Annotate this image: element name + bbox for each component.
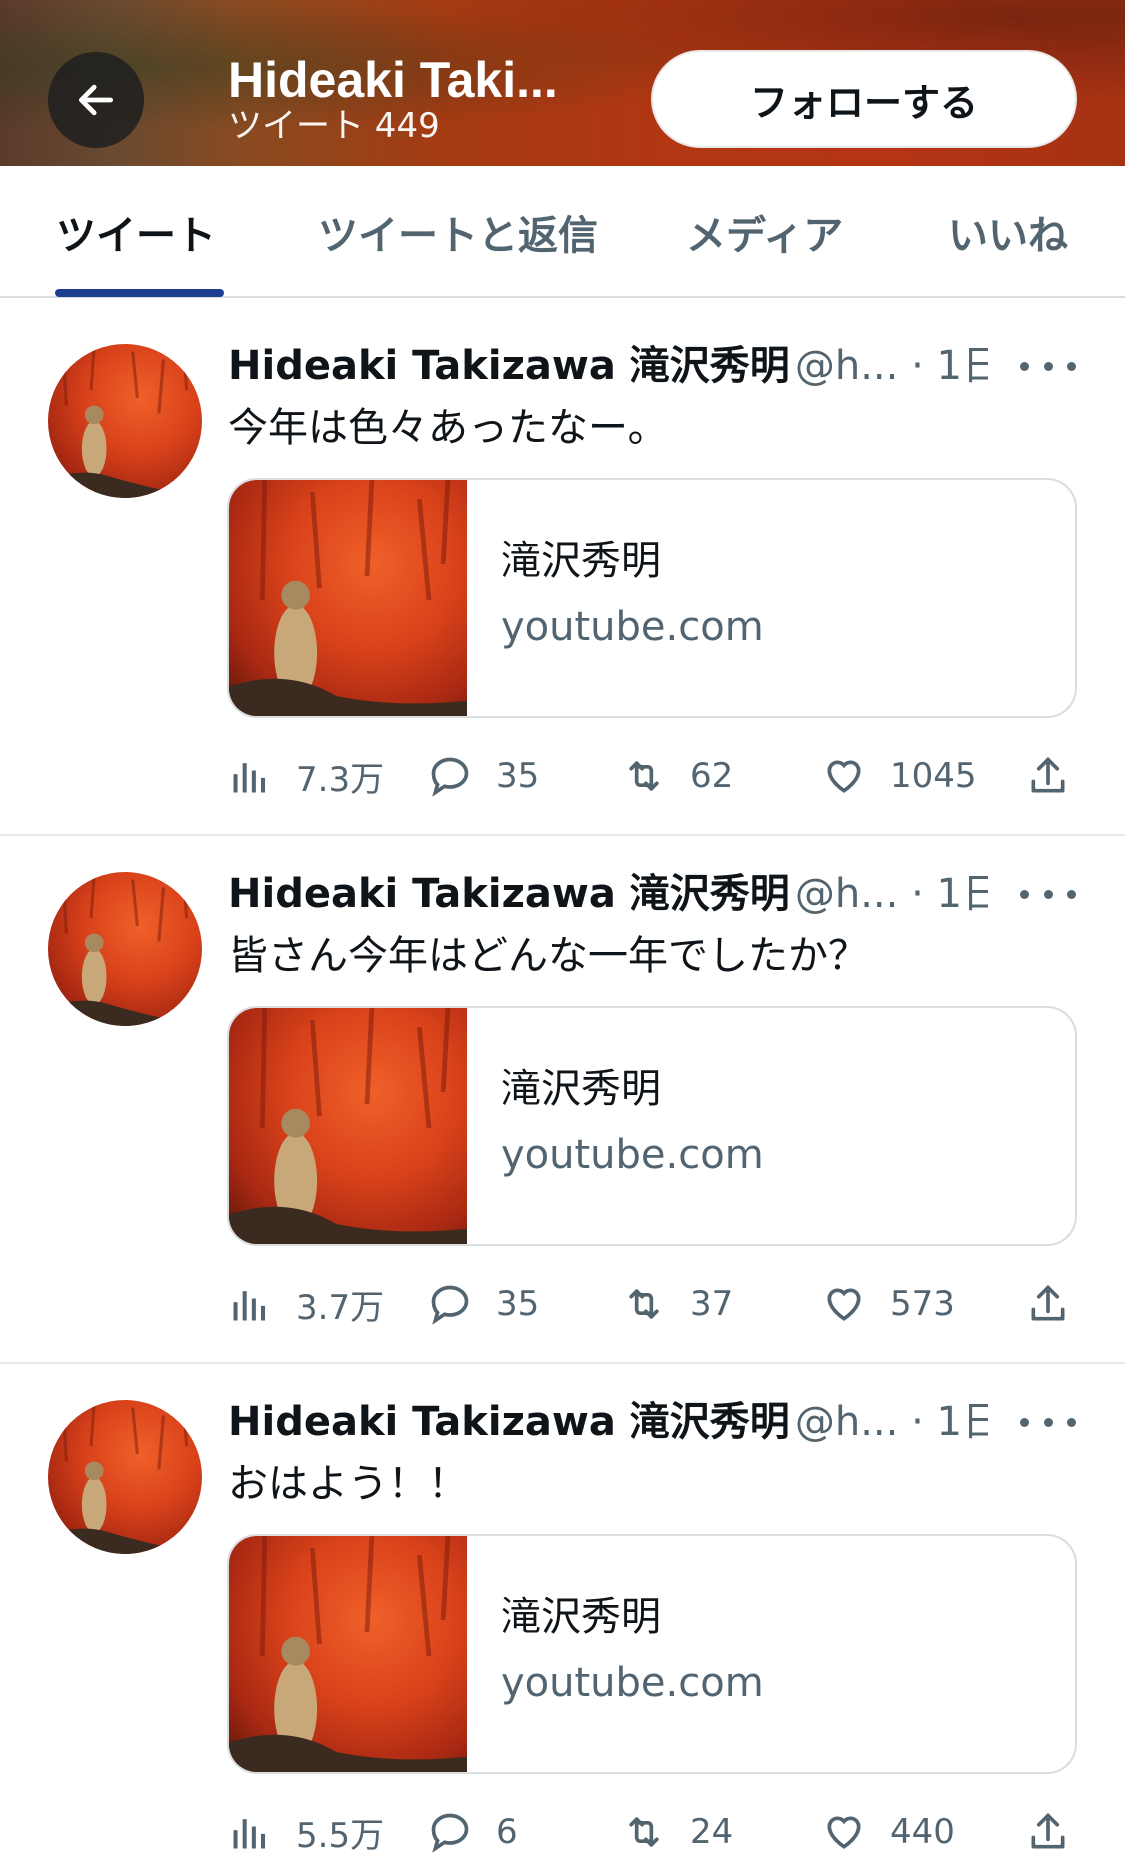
tweet-actions: 5.5万 6 24 440	[228, 1804, 1088, 1860]
views-count: 3.7万	[296, 1287, 385, 1328]
more-icon[interactable]	[1020, 874, 1076, 914]
views-icon	[233, 1291, 266, 1321]
card-title: 滝沢秀明	[501, 1066, 661, 1112]
tweet-header: Hideaki Takizawa 滝沢秀明 @h... · 1日	[228, 866, 988, 922]
tab-tweets-and-replies[interactable]: ツイートと返信	[318, 206, 598, 266]
share-action[interactable]	[1026, 748, 1070, 804]
retweet-count: 37	[690, 1284, 734, 1324]
link-card[interactable]: 滝沢秀明 youtube.com	[227, 1006, 1077, 1246]
tweet-text: 今年は色々あったなー。	[228, 405, 668, 451]
author-name[interactable]: Hideaki Takizawa 滝沢秀明	[228, 1399, 790, 1445]
active-tab-indicator	[55, 289, 224, 297]
card-thumbnail	[229, 480, 467, 716]
retweet-count: 62	[690, 756, 734, 796]
views-icon	[233, 1819, 266, 1849]
follow-button[interactable]: フォローする	[651, 50, 1077, 148]
tab-likes[interactable]: いいね	[948, 206, 1068, 266]
retweet-action[interactable]: 24	[622, 1804, 733, 1860]
avatar[interactable]	[48, 344, 202, 498]
tweet-item[interactable]: Hideaki Takizawa 滝沢秀明 @h... · 1日 今年は色々あっ…	[0, 308, 1125, 836]
tweet-header: Hideaki Takizawa 滝沢秀明 @h... · 1日	[228, 1394, 988, 1450]
avatar[interactable]	[48, 1400, 202, 1554]
tweet-count: ツイート 449	[228, 106, 440, 146]
views-action[interactable]: 7.3万	[228, 748, 384, 804]
like-count: 573	[890, 1284, 955, 1324]
card-domain: youtube.com	[501, 1660, 764, 1706]
like-action[interactable]: 573	[822, 1276, 955, 1332]
link-card[interactable]: 滝沢秀明 youtube.com	[227, 478, 1077, 718]
reply-icon	[431, 757, 469, 797]
card-domain: youtube.com	[501, 1132, 764, 1178]
more-icon[interactable]	[1020, 1402, 1076, 1442]
card-title: 滝沢秀明	[501, 538, 661, 584]
author-name[interactable]: Hideaki Takizawa 滝沢秀明	[228, 343, 790, 389]
handle-time: @h... · 1日	[794, 1399, 988, 1445]
like-action[interactable]: 440	[822, 1804, 955, 1860]
tweet-text: 皆さん今年はどんな一年でしたか？	[228, 933, 868, 979]
tweet-text: おはよう！！	[228, 1461, 468, 1507]
tweet-header: Hideaki Takizawa 滝沢秀明 @h... · 1日	[228, 338, 988, 394]
back-arrow-icon	[78, 84, 114, 116]
tweet-actions: 7.3万 35 62 1045	[228, 748, 1088, 804]
handle-time: @h... · 1日	[794, 343, 988, 389]
profile-name: Hideaki Taki...	[228, 52, 558, 108]
reply-action[interactable]: 6	[428, 1804, 518, 1860]
share-icon	[1031, 1813, 1065, 1849]
reply-count: 35	[496, 1284, 540, 1324]
views-icon	[233, 763, 266, 793]
views-action[interactable]: 5.5万	[228, 1804, 384, 1860]
link-card[interactable]: 滝沢秀明 youtube.com	[227, 1534, 1077, 1774]
retweet-action[interactable]: 62	[622, 748, 733, 804]
views-count: 5.5万	[296, 1815, 385, 1856]
share-action[interactable]	[1026, 1276, 1070, 1332]
tweet-item[interactable]: Hideaki Takizawa 滝沢秀明 @h... · 1日 おはよう！！ …	[0, 1364, 1125, 1866]
reply-count: 6	[496, 1812, 518, 1852]
like-count: 1045	[890, 756, 977, 796]
tweet-actions: 3.7万 35 37 573	[228, 1276, 1088, 1332]
like-icon	[827, 760, 861, 793]
avatar[interactable]	[48, 872, 202, 1026]
author-name[interactable]: Hideaki Takizawa 滝沢秀明	[228, 871, 790, 917]
tweet-item[interactable]: Hideaki Takizawa 滝沢秀明 @h... · 1日 皆さん今年はど…	[0, 836, 1125, 1364]
retweet-icon	[629, 1817, 659, 1847]
handle-time: @h... · 1日	[794, 871, 988, 917]
more-icon[interactable]	[1020, 346, 1076, 386]
tab-media[interactable]: メディア	[686, 206, 843, 266]
reply-icon	[431, 1285, 469, 1325]
like-icon	[827, 1288, 861, 1321]
profile-tabs: ツイート ツイートと返信 メディア いいね	[0, 166, 1125, 298]
reply-icon	[431, 1813, 469, 1853]
retweet-icon	[629, 1289, 659, 1319]
card-domain: youtube.com	[501, 604, 764, 650]
tab-tweets[interactable]: ツイート	[56, 206, 216, 266]
card-thumbnail	[229, 1008, 467, 1244]
share-action[interactable]	[1026, 1804, 1070, 1860]
reply-action[interactable]: 35	[428, 1276, 539, 1332]
card-thumbnail	[229, 1536, 467, 1772]
share-icon	[1031, 757, 1065, 793]
card-title: 滝沢秀明	[501, 1594, 661, 1640]
like-action[interactable]: 1045	[822, 748, 977, 804]
views-action[interactable]: 3.7万	[228, 1276, 384, 1332]
share-icon	[1031, 1285, 1065, 1321]
retweet-icon	[629, 761, 659, 791]
back-button[interactable]	[48, 52, 144, 148]
reply-count: 35	[496, 756, 540, 796]
profile-header: Hideaki Taki... ツイート 449 フォローする	[0, 0, 1125, 166]
like-icon	[827, 1816, 861, 1849]
retweet-count: 24	[690, 1812, 734, 1852]
like-count: 440	[890, 1812, 955, 1852]
reply-action[interactable]: 35	[428, 748, 539, 804]
views-count: 7.3万	[296, 759, 385, 800]
retweet-action[interactable]: 37	[622, 1276, 733, 1332]
